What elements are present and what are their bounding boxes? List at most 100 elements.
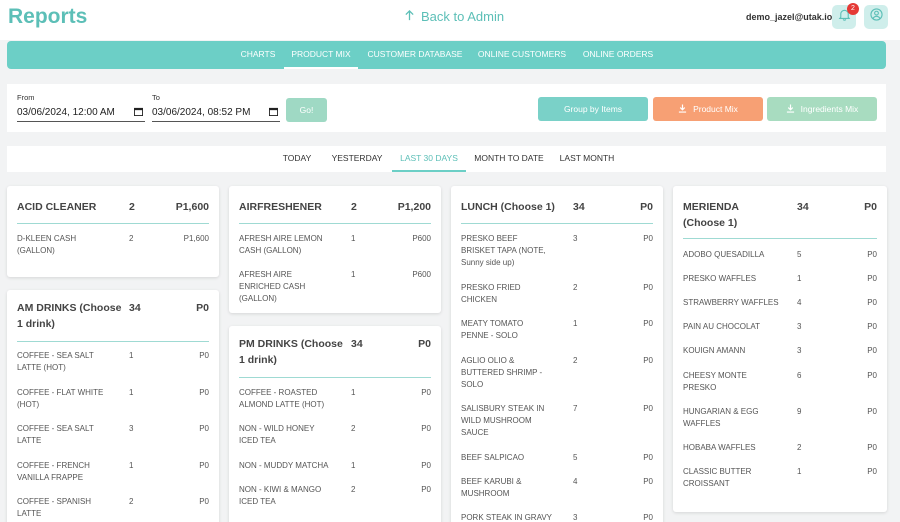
item-total: P0 xyxy=(643,319,653,328)
product-mix-download-button[interactable]: Product Mix xyxy=(653,97,763,121)
from-datetime-input[interactable]: 03/06/2024, 12:00 AM xyxy=(17,104,145,122)
item-qty: 3 xyxy=(573,234,578,243)
tab-product-mix[interactable]: PRODUCT MIX xyxy=(284,41,358,69)
item-name: MEATY TOMATO PENNE - SOLO xyxy=(461,319,524,340)
item-total: P0 xyxy=(643,283,653,292)
tab-online-orders[interactable]: ONLINE ORDERS xyxy=(577,41,659,69)
item-name: COFFEE - ROASTED ALMOND LATTE (HOT) xyxy=(239,388,325,409)
category-name: PM DRINKS (Choose 1 drink) xyxy=(239,338,343,366)
from-datetime-value: 03/06/2024, 12:00 AM xyxy=(17,107,115,118)
item-qty: 2 xyxy=(129,234,134,243)
group-by-items-label: Group by Items xyxy=(563,104,623,114)
item-qty: 1 xyxy=(351,461,356,470)
category-card: ACID CLEANER 2 P1,600 D-KLEEN CASH (GALL… xyxy=(7,186,219,277)
to-label: To xyxy=(152,93,160,102)
category-name: LUNCH (Choose 1) xyxy=(461,201,555,213)
item-total: P0 xyxy=(643,356,653,365)
category-card: AIRFRESHENER 2 P1,200 AFRESH AIRE LEMON … xyxy=(229,186,441,313)
range-yesterday[interactable]: YESTERDAY xyxy=(327,146,387,172)
calendar-icon xyxy=(134,107,143,119)
item-name: AFRESH AIRE LEMON CASH (GALLON) xyxy=(239,234,323,255)
category-total: P0 xyxy=(864,201,877,213)
item-qty: 1 xyxy=(573,319,578,328)
item-total: P0 xyxy=(643,404,653,413)
go-button[interactable]: Go! xyxy=(286,98,327,122)
item-total: P0 xyxy=(867,250,877,259)
item-name: ADOBO QUESADILLA xyxy=(683,250,765,259)
item-name: COFFEE - SPANISH LATTE xyxy=(17,497,92,518)
item-name: PRESKO FRIED CHICKEN xyxy=(461,283,521,304)
item-total: P0 xyxy=(643,513,653,522)
download-icon xyxy=(786,103,795,115)
category-card: PM DRINKS (Choose 1 drink) 34 P0 COFFEE … xyxy=(229,326,441,522)
ingredients-mix-label: Ingredients Mix xyxy=(800,104,859,114)
item-name: CHEESY MONTE PRESKO xyxy=(683,371,747,392)
item-total: P0 xyxy=(867,298,877,307)
item-total: P600 xyxy=(412,234,431,243)
item-total: P0 xyxy=(643,453,653,462)
item-qty: 2 xyxy=(573,283,578,292)
item-qty: 1 xyxy=(129,351,134,360)
item-name: AFRESH AIRE ENRICHED CASH (GALLON) xyxy=(239,270,306,303)
range-month-to-date[interactable]: MONTH TO DATE xyxy=(471,146,547,172)
date-range-tabs: TODAY YESTERDAY LAST 30 DAYS MONTH TO DA… xyxy=(7,146,886,172)
item-name: NON - KIWI & MANGO ICED TEA xyxy=(239,485,322,506)
item-qty: 5 xyxy=(797,250,802,259)
item-total: P0 xyxy=(421,485,431,494)
tab-customer-database[interactable]: CUSTOMER DATABASE xyxy=(365,41,465,69)
group-by-items-button[interactable]: Group by Items xyxy=(538,97,648,121)
category-name: AIRFRESHENER xyxy=(239,201,322,213)
report-nav: CHARTS PRODUCT MIX CUSTOMER DATABASE ONL… xyxy=(7,41,886,69)
user-circle-icon xyxy=(869,8,883,26)
category-card: LUNCH (Choose 1) 34 P0 PRESKO BEEF BRISK… xyxy=(451,186,663,522)
profile-button[interactable] xyxy=(864,5,888,29)
range-today[interactable]: TODAY xyxy=(275,146,319,172)
item-total: P0 xyxy=(199,497,209,506)
category-qty: 2 xyxy=(129,201,135,213)
item-total: P0 xyxy=(867,346,877,355)
item-qty: 5 xyxy=(573,453,578,462)
ingredients-mix-download-button[interactable]: Ingredients Mix xyxy=(767,97,877,121)
divider xyxy=(239,223,431,224)
download-icon xyxy=(678,103,687,115)
page-title: Reports xyxy=(8,5,88,28)
item-qty: 2 xyxy=(351,424,356,433)
range-last-month[interactable]: LAST MONTH xyxy=(555,146,619,172)
item-qty: 3 xyxy=(797,346,802,355)
item-name: SALISBURY STEAK IN WILD MUSHROOM SAUCE xyxy=(461,404,545,437)
item-name: STRAWBERRY WAFFLES xyxy=(683,298,779,307)
category-total: P0 xyxy=(418,338,431,350)
divider xyxy=(239,377,431,378)
item-name: BEEF KARUBI & MUSHROOM xyxy=(461,477,522,498)
item-name: HUNGARIAN & EGG WAFFLES xyxy=(683,407,759,428)
item-total: P0 xyxy=(867,467,877,476)
back-to-admin-link[interactable]: Back to Admin xyxy=(404,9,504,24)
item-qty: 2 xyxy=(351,485,356,494)
item-qty: 1 xyxy=(797,467,802,476)
category-total: P1,600 xyxy=(175,201,209,213)
user-email: demo_jazel@utak.io xyxy=(746,12,833,22)
category-name: ACID CLEANER xyxy=(17,201,97,213)
item-total: P600 xyxy=(412,270,431,279)
item-total: P1,600 xyxy=(183,234,209,243)
item-name: NON - MUDDY MATCHA xyxy=(239,461,329,470)
range-last-30-days[interactable]: LAST 30 DAYS xyxy=(392,146,466,172)
category-qty: 34 xyxy=(129,302,141,314)
category-card: MERIENDA (Choose 1) 34 P0 ADOBO QUESADIL… xyxy=(673,186,887,512)
tab-charts[interactable]: CHARTS xyxy=(229,41,287,69)
divider xyxy=(17,223,209,224)
item-qty: 2 xyxy=(573,356,578,365)
item-name: COFFEE - SEA SALT LATTE (HOT) xyxy=(17,351,94,372)
item-name: PRESKO WAFFLES xyxy=(683,274,757,283)
item-total: P0 xyxy=(199,424,209,433)
divider xyxy=(461,223,653,224)
item-name: COFFEE - SEA SALT LATTE xyxy=(17,424,94,445)
item-qty: 1 xyxy=(351,234,356,243)
item-total: P0 xyxy=(421,424,431,433)
item-name: PORK STEAK IN GRAVY xyxy=(461,513,552,522)
item-qty: 3 xyxy=(797,322,802,331)
item-qty: 1 xyxy=(129,461,134,470)
top-bar: Reports Back to Admin demo_jazel@utak.io… xyxy=(0,0,900,40)
to-datetime-input[interactable]: 03/06/2024, 08:52 PM xyxy=(152,104,280,122)
tab-online-customers[interactable]: ONLINE CUSTOMERS xyxy=(475,41,569,69)
